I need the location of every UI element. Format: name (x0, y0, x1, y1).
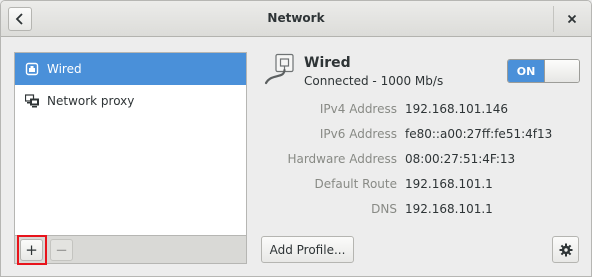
close-button[interactable] (563, 10, 581, 28)
connection-list: Wired Network proxy (14, 52, 247, 235)
sidebar-item-label: Network proxy (47, 94, 135, 108)
connection-toggle-switch[interactable]: ON (507, 59, 580, 83)
detail-value: 192.168.101.1 (405, 202, 493, 216)
add-profile-button[interactable]: Add Profile... (261, 236, 354, 263)
sidebar-item-network-proxy[interactable]: Network proxy (15, 85, 246, 117)
detail-label: IPv6 Address (319, 127, 397, 141)
detail-label: Default Route (314, 177, 398, 191)
wired-device-icon (263, 53, 297, 87)
switch-on-label: ON (508, 60, 544, 82)
network-settings-window: Network Wired Network proxy + − Wired Co… (0, 0, 592, 277)
options-button[interactable] (552, 236, 579, 263)
switch-knob[interactable] (544, 60, 579, 82)
device-name: Wired (304, 55, 351, 71)
close-icon (567, 14, 577, 24)
network-proxy-icon (25, 94, 39, 108)
window-title: Network (267, 11, 325, 25)
list-toolbar: + − (14, 235, 247, 264)
gear-icon (559, 243, 572, 256)
sidebar-item-label: Wired (47, 62, 82, 76)
detail-value: fe80::a00:27ff:fe51:4f13 (405, 127, 553, 141)
detail-row-dns: DNS 192.168.101.1 (263, 202, 583, 218)
connection-status: Connected - 1000 Mb/s (304, 74, 444, 88)
detail-row-default-route: Default Route 192.168.101.1 (263, 177, 583, 193)
header-bar: Network (1, 1, 591, 37)
detail-label: Hardware Address (287, 152, 397, 166)
detail-row-ipv6: IPv6 Address fe80::a00:27ff:fe51:4f13 (263, 127, 583, 143)
detail-value: 192.168.101.146 (405, 102, 509, 116)
wired-network-icon (25, 62, 39, 76)
remove-connection-button[interactable]: − (50, 239, 73, 261)
sidebar-item-wired[interactable]: Wired (15, 53, 246, 85)
detail-label: DNS (371, 202, 397, 216)
detail-value: 192.168.101.1 (405, 177, 493, 191)
annotation-highlight-box (17, 235, 47, 265)
detail-row-ipv4: IPv4 Address 192.168.101.146 (263, 102, 583, 118)
detail-row-hardware-address: Hardware Address 08:00:27:51:4F:13 (263, 152, 583, 168)
header-separator (553, 6, 554, 32)
detail-value: 08:00:27:51:4F:13 (405, 152, 516, 166)
detail-label: IPv4 Address (319, 102, 397, 116)
